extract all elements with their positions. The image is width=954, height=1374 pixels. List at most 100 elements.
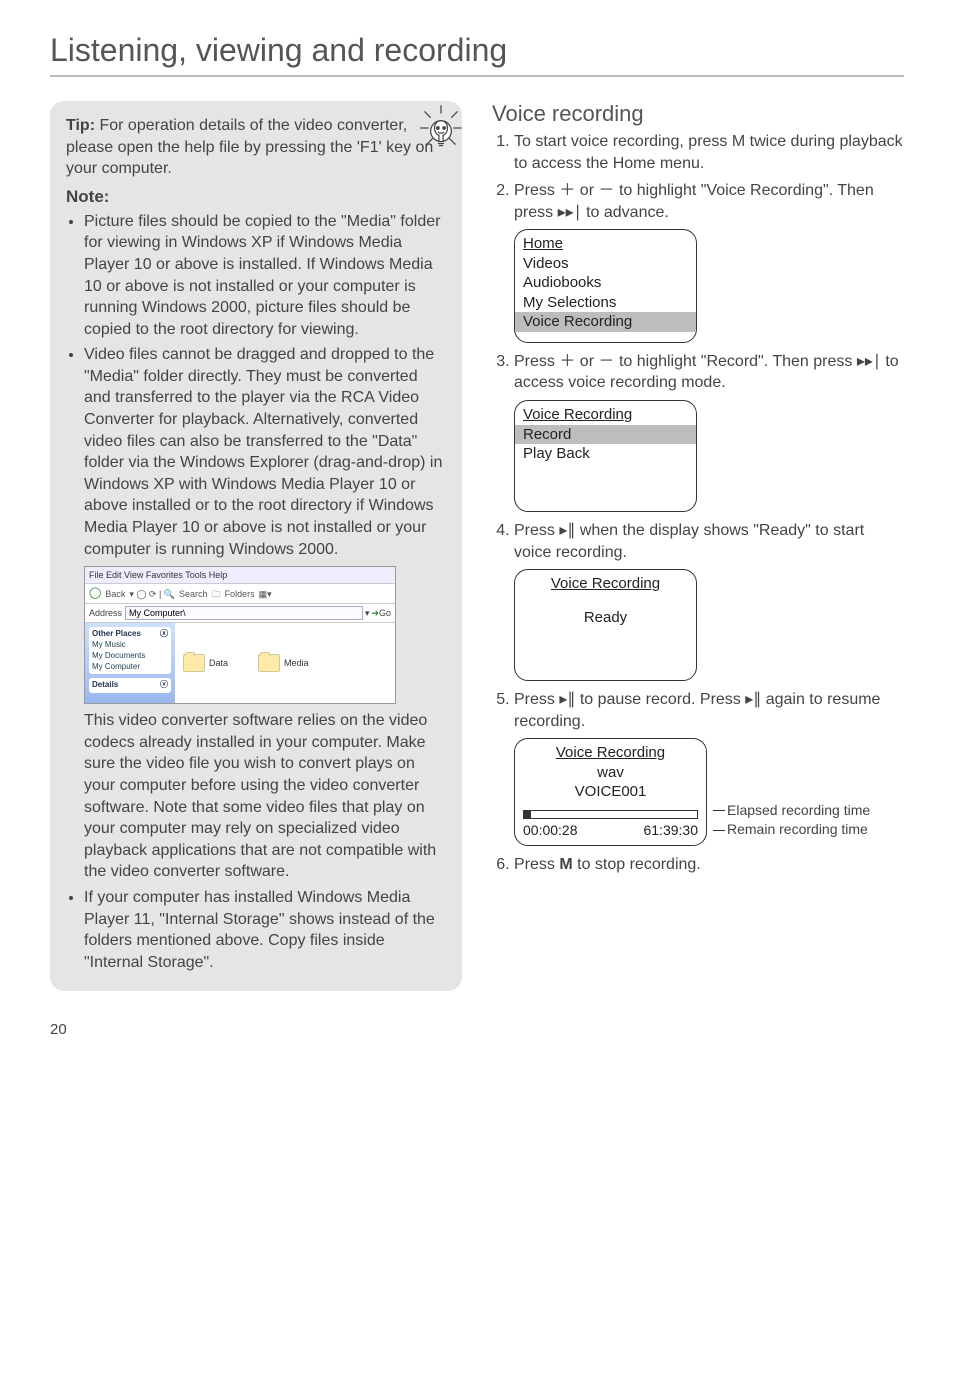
tip-box: Tip: For operation details of the video … — [50, 101, 462, 991]
xp-body: Other Placesⓧ My Music My Documents My C… — [85, 623, 395, 703]
step-6: Press M to stop recording. — [514, 854, 904, 876]
step4-a: Press — [514, 522, 559, 539]
folder-icon — [183, 654, 205, 672]
rec-filename: VOICE001 — [523, 782, 698, 802]
step2-b: or — [575, 182, 598, 199]
steps-list-3: Press ＋ or － to highlight "Record". Then… — [492, 351, 904, 394]
folder-label: Data — [209, 657, 228, 669]
sep: ▾ ◯ ⟳ | 🔍 — [129, 588, 175, 600]
step-3: Press ＋ or － to highlight "Record". Then… — [514, 351, 904, 394]
collapse-icon: ⓧ — [160, 629, 168, 640]
step-5: Press ▸∥ to pause record. Press ▸∥ again… — [514, 689, 904, 732]
step-2: Press ＋ or － to highlight "Voice Recordi… — [514, 180, 904, 223]
annot-elapsed: Elapsed recording time — [727, 801, 870, 821]
after-screenshot-text: This video converter software relies on … — [84, 710, 446, 883]
note-item: If your computer has installed Windows M… — [84, 887, 446, 973]
folders-icon: 🗀 — [212, 588, 221, 600]
step-1: To start voice recording, press M twice … — [514, 131, 904, 174]
address-label: Address — [89, 607, 122, 619]
folder-data: Data — [183, 631, 228, 695]
page-title: Listening, viewing and recording — [50, 32, 904, 77]
folders-label: Folders — [225, 588, 255, 600]
minus-icon: － — [598, 182, 614, 199]
view-icon: ▦▾ — [259, 588, 272, 600]
screen-title: Home — [523, 234, 688, 254]
screen-ready: Ready — [523, 608, 688, 628]
note-list: Picture files should be copied to the "M… — [66, 211, 446, 561]
go-icon: ➔ — [371, 607, 379, 619]
tip-content: Tip: For operation details of the video … — [66, 117, 433, 177]
screen-item: My Selections — [523, 294, 616, 311]
screen-title: Voice Recording — [523, 574, 688, 594]
device-screen-home: Home Videos Audiobooks My Selections Voi… — [514, 229, 697, 343]
screen-title: Voice Recording — [523, 743, 698, 763]
progress-fill — [524, 811, 531, 818]
step6-m: M — [559, 856, 572, 873]
screen-item: Play Back — [523, 445, 590, 462]
page: Listening, viewing and recording — [0, 0, 954, 1058]
step6-a: Press — [514, 856, 559, 873]
other-places-label: Other Places — [92, 629, 141, 640]
annot-remain: Remain recording time — [727, 820, 868, 840]
remain-time: 61:39:30 — [644, 821, 699, 839]
page-number: 20 — [50, 1021, 904, 1038]
steps-list-6: Press M to stop recording. — [492, 854, 904, 876]
xp-toolbar: ◯ Back ▾ ◯ ⟳ | 🔍 Search 🗀 Folders ▦▾ — [85, 584, 395, 604]
screen-item: Videos — [523, 255, 569, 272]
note-heading: Note: — [66, 186, 446, 209]
address-input[interactable] — [125, 606, 363, 620]
screen-item-highlight: Voice Recording — [515, 312, 696, 332]
step3-b: or — [575, 353, 598, 370]
next-icon: ▸▸∣ — [558, 204, 582, 221]
steps-list: To start voice recording, press M twice … — [492, 131, 904, 223]
tip-text: For operation details of the video conve… — [66, 117, 433, 177]
section-heading: Voice recording — [492, 101, 904, 127]
step3-c: to highlight "Record". Then press — [615, 353, 857, 370]
left-column: Tip: For operation details of the video … — [50, 101, 462, 991]
folder-label: Media — [284, 657, 309, 669]
note-item: Video files cannot be dragged and droppe… — [84, 344, 446, 560]
xp-main: Data Media — [175, 623, 395, 703]
xp-window: File Edit View Favorites Tools Help ◯ Ba… — [84, 566, 396, 704]
tip-label: Tip: — [66, 117, 95, 134]
note-list-2: If your computer has installed Windows M… — [66, 887, 446, 973]
screen-title: Voice Recording — [523, 405, 688, 425]
collapse-icon: ⓥ — [160, 680, 168, 691]
screen-item: Audiobooks — [523, 274, 601, 291]
step5-b: to pause record. Press — [575, 691, 745, 708]
xp-address-bar: Address ▾ ➔ Go — [85, 604, 395, 623]
details-label: Details — [92, 680, 118, 691]
other-places-panel: Other Placesⓧ My Music My Documents My C… — [89, 627, 171, 674]
xp-screenshot: File Edit View Favorites Tools Help ◯ Ba… — [84, 566, 394, 704]
step6-b: to stop recording. — [573, 856, 701, 873]
steps-list-4: Press ▸∥ when the display shows "Ready" … — [492, 520, 904, 563]
back-label: Back — [105, 588, 125, 600]
step2-d: to advance. — [582, 204, 669, 221]
step5-a: Press — [514, 691, 559, 708]
addr-drop: ▾ — [365, 607, 370, 619]
xp-sidebar: Other Placesⓧ My Music My Documents My C… — [85, 623, 175, 703]
minus-icon: － — [598, 353, 614, 370]
device-screen-vr: Voice Recording Record Play Back — [514, 400, 697, 512]
playpause-icon: ▸∥ — [559, 522, 575, 539]
step3-a: Press — [514, 353, 559, 370]
device-screen-ready: Voice Recording Ready — [514, 569, 697, 681]
rec-times: 00:00:28 61:39:30 — [523, 821, 698, 839]
progress-bar — [523, 810, 698, 819]
next-icon: ▸▸∣ — [857, 353, 881, 370]
device-screen-recording: Voice Recording wav VOICE001 00:00:28 61… — [514, 738, 707, 846]
right-column: Voice recording To start voice recording… — [492, 101, 904, 991]
place-item: My Computer — [92, 662, 168, 673]
annotations: Elapsed recording time Remain recording … — [713, 745, 870, 840]
screen-item-highlight: Record — [515, 425, 696, 445]
plus-icon: ＋ — [559, 353, 575, 370]
place-item: My Music — [92, 640, 168, 651]
rec-format: wav — [523, 763, 698, 783]
step-4: Press ▸∥ when the display shows "Ready" … — [514, 520, 904, 563]
back-icon: ◯ — [89, 586, 101, 601]
folder-media: Media — [258, 631, 309, 695]
go-label: Go — [379, 607, 391, 619]
folder-icon — [258, 654, 280, 672]
sun-tip-icon — [410, 97, 472, 159]
details-panel: Details ⓥ — [89, 678, 171, 693]
